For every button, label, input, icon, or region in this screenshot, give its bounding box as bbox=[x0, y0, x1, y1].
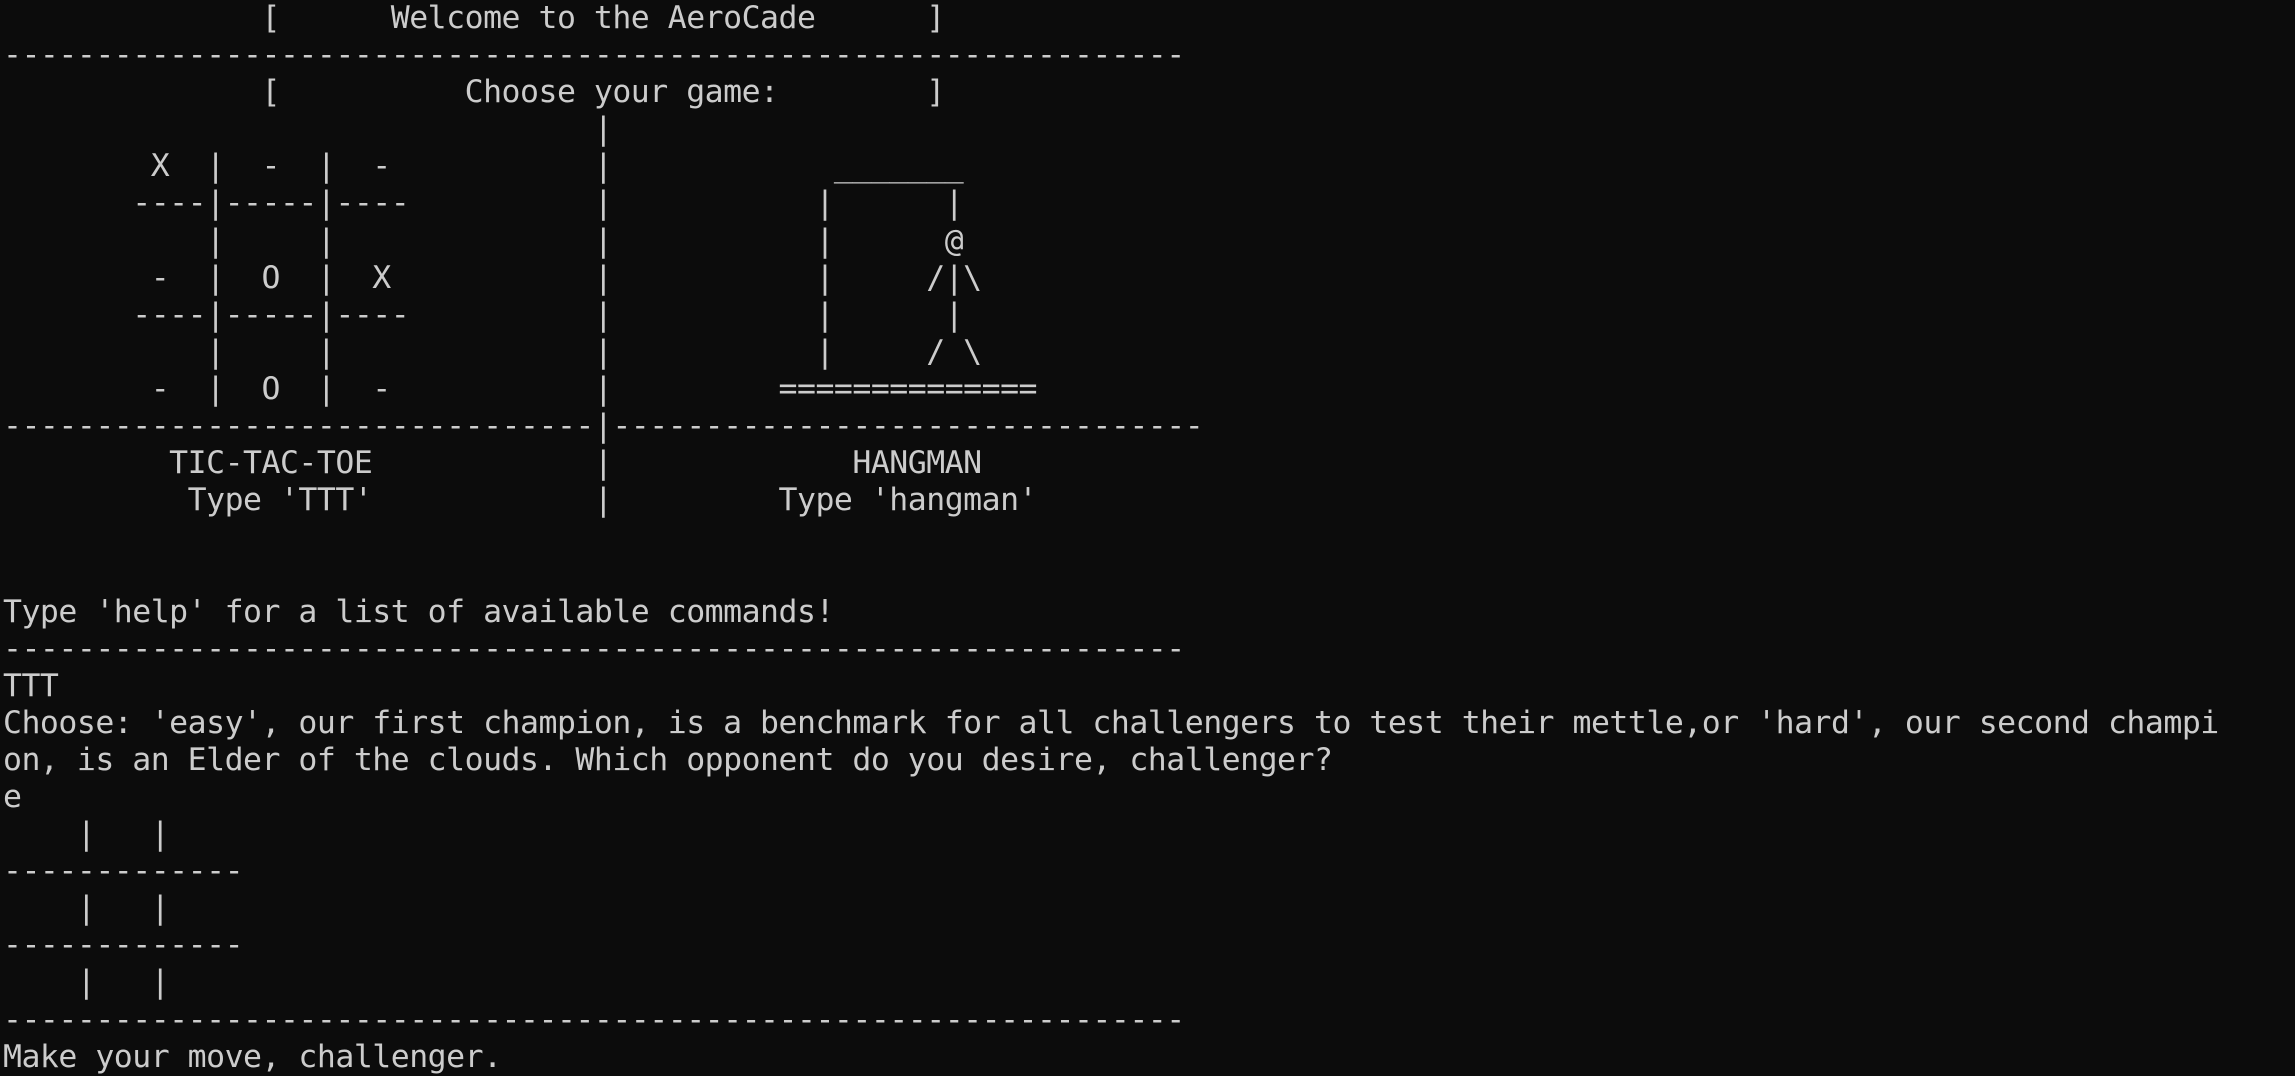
board-line: | | bbox=[3, 816, 170, 853]
art-line: | | | | @ bbox=[3, 222, 964, 259]
game-names-line: TIC-TAC-TOE | HANGMAN bbox=[3, 445, 982, 482]
output-line: on, is an Elder of the clouds. Which opp… bbox=[3, 741, 1333, 778]
board-line: | | bbox=[3, 890, 170, 927]
separator-line: ----------------------------------------… bbox=[3, 1001, 1185, 1038]
art-line: | bbox=[3, 111, 613, 148]
art-line: - | O | X | | /|\ bbox=[3, 259, 982, 296]
prompt-line: Make your move, challenger. bbox=[3, 1038, 502, 1075]
help-hint: Type 'help' for a list of available comm… bbox=[3, 593, 834, 630]
game-commands-line: Type 'TTT' | Type 'hangman' bbox=[3, 482, 1038, 519]
board-line: | | bbox=[3, 964, 170, 1001]
title-banner: [ Welcome to the AeroCade ] bbox=[3, 0, 946, 36]
separator-line: --------------------------------|-------… bbox=[3, 408, 1204, 445]
terminal-output[interactable]: [ Welcome to the AeroCade ] ------------… bbox=[3, 0, 2295, 1076]
output-line: Choose: 'easy', our first champion, is a… bbox=[3, 704, 2219, 741]
art-line: - | O | - | ============== bbox=[3, 370, 1038, 407]
board-line: ------------- bbox=[3, 927, 244, 964]
art-line: ----|-----|---- | | | bbox=[3, 296, 964, 333]
choose-game-banner: [ Choose your game: ] bbox=[3, 74, 946, 111]
art-line: X | - | - | _______ bbox=[3, 148, 964, 185]
separator-line: ----------------------------------------… bbox=[3, 630, 1185, 667]
board-line: ------------- bbox=[3, 853, 244, 890]
user-input-line: TTT bbox=[3, 667, 59, 704]
art-line: ----|-----|---- | | | bbox=[3, 185, 964, 222]
separator-line: ----------------------------------------… bbox=[3, 37, 1185, 74]
art-line: | | | | / \ bbox=[3, 333, 982, 370]
user-input-line: e bbox=[3, 778, 22, 815]
